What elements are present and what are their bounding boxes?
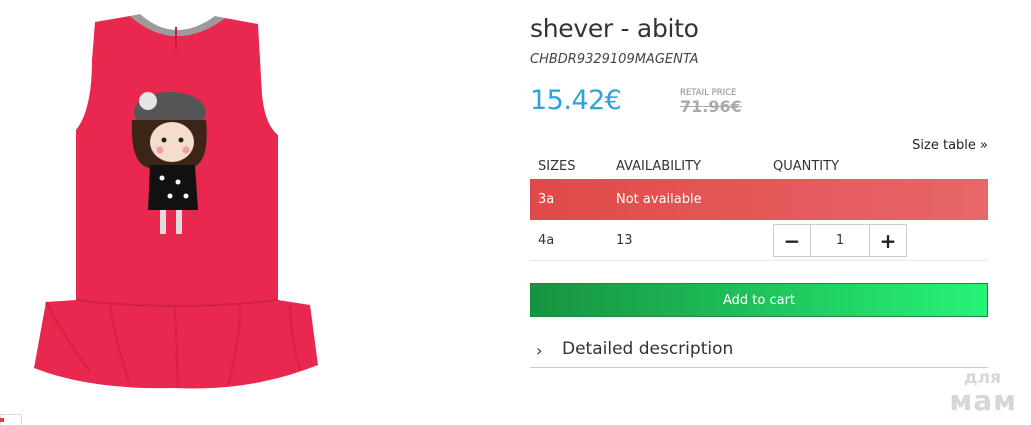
watermark-logo: для мам bbox=[949, 370, 1017, 415]
detailed-description-label: Detailed description bbox=[562, 339, 734, 359]
watermark-bottom: мам bbox=[949, 384, 1017, 417]
size-row-available: 4a 13 − + bbox=[530, 220, 988, 261]
product-title: shever - abito bbox=[530, 14, 699, 43]
size-row-unavailable: 3a Not available bbox=[530, 179, 988, 220]
size-label: 3a bbox=[538, 192, 555, 207]
sizes-header: SIZES bbox=[538, 159, 576, 174]
chevron-right-icon: › bbox=[536, 341, 543, 360]
plus-icon[interactable]: + bbox=[870, 225, 906, 256]
size-label: 4a bbox=[538, 233, 555, 248]
retail-price: 71.96€ bbox=[680, 97, 742, 116]
quantity-stepper: − + bbox=[773, 224, 907, 257]
product-image[interactable] bbox=[0, 0, 350, 425]
thumbnail[interactable] bbox=[0, 414, 22, 425]
product-price: 15.42€ bbox=[530, 85, 622, 116]
size-table-link[interactable]: Size table » bbox=[912, 138, 988, 153]
sizes-table: SIZES AVAILABILITY QUANTITY 3a Not avail… bbox=[530, 155, 988, 261]
quantity-input[interactable] bbox=[810, 224, 870, 257]
add-to-cart-button[interactable]: Add to cart bbox=[530, 283, 988, 317]
sizes-table-header: SIZES AVAILABILITY QUANTITY bbox=[530, 155, 988, 179]
minus-icon[interactable]: − bbox=[774, 225, 810, 256]
quantity-header: QUANTITY bbox=[773, 159, 840, 174]
detailed-description-toggle[interactable]: › Detailed description bbox=[530, 332, 988, 368]
availability-label: Not available bbox=[616, 192, 702, 207]
availability-header: AVAILABILITY bbox=[616, 159, 701, 174]
product-sku: CHBDR9329109MAGENTA bbox=[530, 52, 699, 67]
dress-illustration bbox=[34, 14, 318, 389]
availability-label: 13 bbox=[616, 233, 633, 248]
